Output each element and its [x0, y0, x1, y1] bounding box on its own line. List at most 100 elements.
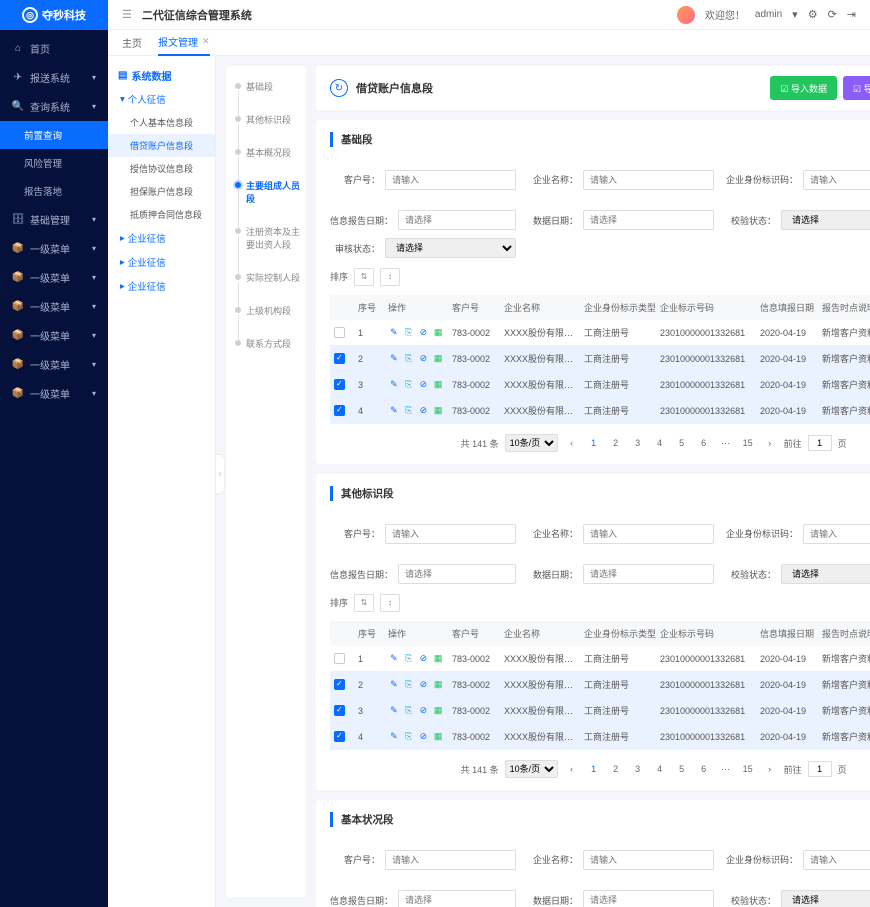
step-item[interactable]: 联系方式段: [232, 337, 300, 370]
panel-expand-handle[interactable]: ›: [215, 454, 225, 494]
export-button[interactable]: ☑ 导出数据: [843, 76, 870, 100]
page-number[interactable]: 5: [674, 435, 690, 451]
prev-page[interactable]: ‹: [564, 435, 580, 451]
nav-item[interactable]: 🔍查询系统▾: [0, 92, 108, 121]
nav-subitem[interactable]: 报告落地: [0, 177, 108, 205]
step-item[interactable]: 主要组成人员段: [232, 179, 300, 225]
detail-icon[interactable]: ▦: [432, 652, 444, 665]
nav-item[interactable]: 📦一级菜单▾: [0, 379, 108, 408]
avatar[interactable]: [677, 6, 695, 24]
copy-icon[interactable]: ⎘: [403, 704, 415, 717]
page-number[interactable]: 15: [740, 761, 756, 777]
copy-icon[interactable]: ⎘: [403, 730, 415, 743]
page-number[interactable]: 5: [674, 761, 690, 777]
hamburger-icon[interactable]: ☰: [122, 8, 132, 21]
page-number[interactable]: 1: [586, 435, 602, 451]
edit-icon[interactable]: ✎: [388, 326, 400, 339]
next-page[interactable]: ›: [762, 761, 778, 777]
page-number[interactable]: 2: [608, 435, 624, 451]
tree-leaf[interactable]: 抵质押合同信息段: [108, 203, 215, 226]
edit-icon[interactable]: ✎: [388, 652, 400, 665]
audit-status-select[interactable]: 请选择: [385, 238, 516, 258]
tree-leaf[interactable]: 个人基本信息段: [108, 111, 215, 134]
refresh-icon[interactable]: ⟳: [828, 8, 837, 21]
tree-group[interactable]: ▸企业征信: [108, 274, 215, 298]
copy-icon[interactable]: ⎘: [403, 404, 415, 417]
page-number[interactable]: 2: [608, 761, 624, 777]
row-checkbox[interactable]: [334, 379, 345, 390]
tab[interactable]: 主页: [122, 30, 142, 55]
detail-icon[interactable]: ▦: [432, 352, 444, 365]
sort-desc-button[interactable]: ↕: [380, 268, 400, 286]
row-checkbox[interactable]: [334, 405, 345, 416]
verify-icon[interactable]: ⊘: [418, 378, 430, 391]
nav-item[interactable]: 📦一级菜单▾: [0, 263, 108, 292]
page-number[interactable]: 4: [652, 761, 668, 777]
verify-icon[interactable]: ⊘: [418, 704, 430, 717]
nav-subitem[interactable]: 风险管理: [0, 149, 108, 177]
edit-icon[interactable]: ✎: [388, 404, 400, 417]
verify-icon[interactable]: ⊘: [418, 404, 430, 417]
report-date-input[interactable]: [398, 890, 516, 907]
sort-asc-button[interactable]: ⇅: [354, 594, 374, 612]
edit-icon[interactable]: ✎: [388, 730, 400, 743]
company-id-input[interactable]: [803, 850, 870, 870]
tree-group[interactable]: ▸企业征信: [108, 250, 215, 274]
import-button[interactable]: ☑ 导入数据: [770, 76, 837, 100]
copy-icon[interactable]: ⎘: [403, 678, 415, 691]
page-size-select[interactable]: 10条/页: [505, 760, 558, 778]
tree-leaf[interactable]: 授信协议信息段: [108, 157, 215, 180]
nav-item[interactable]: ✈报送系统▾: [0, 63, 108, 92]
detail-icon[interactable]: ▦: [432, 378, 444, 391]
data-date-input[interactable]: [583, 210, 714, 230]
copy-icon[interactable]: ⎘: [403, 378, 415, 391]
company-name-input[interactable]: [583, 524, 714, 544]
data-date-input[interactable]: [583, 564, 714, 584]
customer-no-input[interactable]: [385, 170, 516, 190]
page-number[interactable]: 1: [586, 761, 602, 777]
verify-icon[interactable]: ⊘: [418, 652, 430, 665]
edit-icon[interactable]: ✎: [388, 378, 400, 391]
verify-icon[interactable]: ⊘: [418, 678, 430, 691]
step-item[interactable]: 实际控制人段: [232, 271, 300, 304]
nav-item[interactable]: 📦一级菜单▾: [0, 292, 108, 321]
company-name-input[interactable]: [583, 170, 714, 190]
page-number[interactable]: 3: [630, 435, 646, 451]
verify-icon[interactable]: ⊘: [418, 730, 430, 743]
step-item[interactable]: 上级机构段: [232, 304, 300, 337]
tab[interactable]: 报文管理✕: [158, 29, 210, 56]
edit-icon[interactable]: ✎: [388, 704, 400, 717]
settings-icon[interactable]: ⚙: [808, 8, 818, 21]
verify-icon[interactable]: ⊘: [418, 326, 430, 339]
page-number[interactable]: 4: [652, 435, 668, 451]
edit-icon[interactable]: ✎: [388, 678, 400, 691]
copy-icon[interactable]: ⎘: [403, 352, 415, 365]
row-checkbox[interactable]: [334, 653, 345, 664]
row-checkbox[interactable]: [334, 705, 345, 716]
page-number[interactable]: 6: [696, 435, 712, 451]
nav-item[interactable]: 📦一级菜单▾: [0, 321, 108, 350]
row-checkbox[interactable]: [334, 731, 345, 742]
copy-icon[interactable]: ⎘: [403, 652, 415, 665]
goto-input[interactable]: [808, 761, 832, 777]
tree-group[interactable]: ▾个人征信: [108, 87, 215, 111]
nav-item[interactable]: 📦一级菜单▾: [0, 350, 108, 379]
verify-icon[interactable]: ⊘: [418, 352, 430, 365]
tree-group[interactable]: ▸企业征信: [108, 226, 215, 250]
detail-icon[interactable]: ▦: [432, 326, 444, 339]
step-item[interactable]: 其他标识段: [232, 113, 300, 146]
step-item[interactable]: 基础段: [232, 80, 300, 113]
step-item[interactable]: 基本概况段: [232, 146, 300, 179]
page-number[interactable]: 3: [630, 761, 646, 777]
company-id-input[interactable]: [803, 524, 870, 544]
prev-page[interactable]: ‹: [564, 761, 580, 777]
report-date-input[interactable]: [398, 210, 516, 230]
user-dropdown-icon[interactable]: ▾: [792, 8, 798, 21]
nav-item[interactable]: ⌂首页: [0, 34, 108, 63]
tree-leaf[interactable]: 担保账户信息段: [108, 180, 215, 203]
copy-icon[interactable]: ⎘: [403, 326, 415, 339]
nav-subitem[interactable]: 前置查询: [0, 121, 108, 149]
close-icon[interactable]: ✕: [202, 36, 210, 47]
row-checkbox[interactable]: [334, 327, 345, 338]
customer-no-input[interactable]: [385, 524, 516, 544]
